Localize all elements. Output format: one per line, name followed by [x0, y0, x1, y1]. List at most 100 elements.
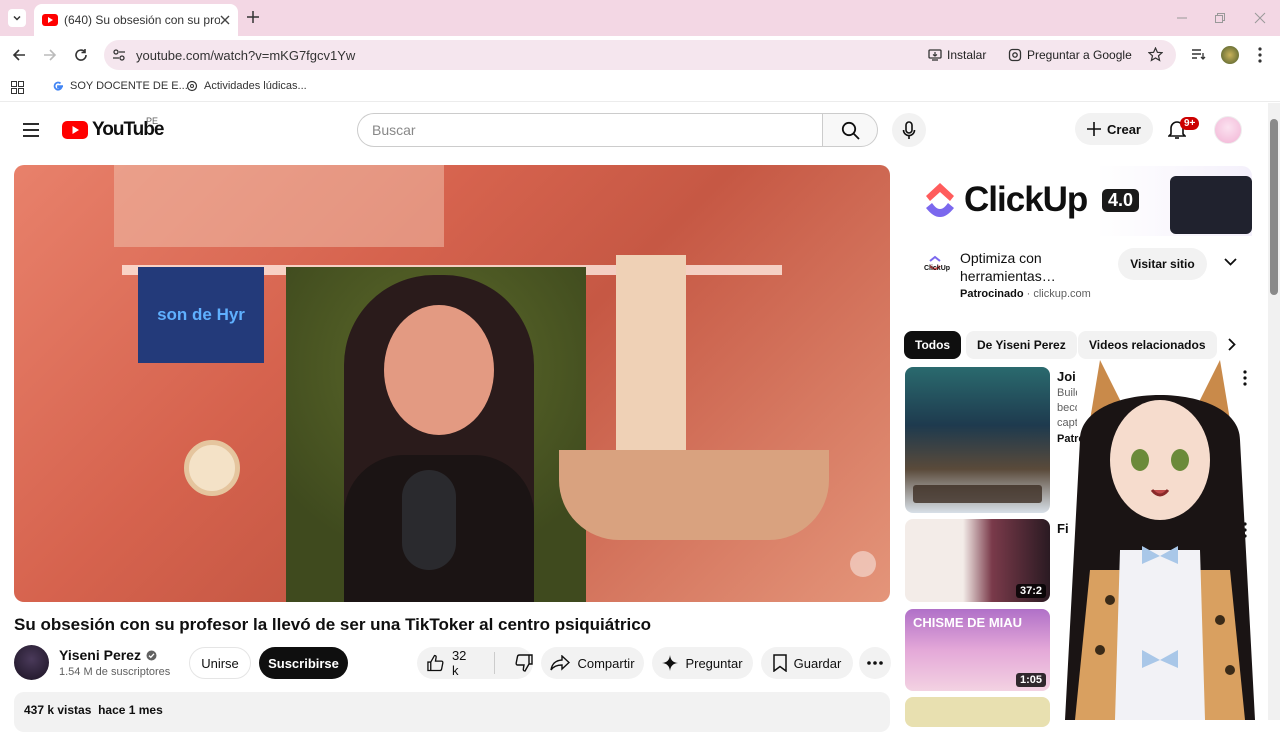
install-label: Instalar	[947, 48, 987, 62]
bookmark-star-button[interactable]	[1148, 47, 1163, 62]
close-icon	[1254, 12, 1266, 24]
guide-menu-button[interactable]	[23, 123, 39, 137]
url-text: youtube.com/watch?v=mKG7fgcv1Yw	[136, 47, 356, 63]
install-app-button[interactable]: Instalar	[928, 45, 986, 65]
related-thumbnail[interactable]: CHISME DE MIAU 1:05	[905, 609, 1050, 691]
chevron-down-icon	[13, 15, 21, 21]
description-box[interactable]: 437 k vistas hace 1 mes	[14, 692, 890, 732]
visit-site-button[interactable]: Visitar sitio	[1118, 248, 1207, 280]
openai-icon	[186, 80, 198, 92]
ad-logo-label: ClickUp	[923, 265, 951, 272]
subscriber-count: 1.54 M de suscriptores	[59, 666, 171, 678]
sponsored-label: Patrocinado	[960, 288, 1024, 300]
channel-name-link[interactable]: Yiseni Perez	[59, 647, 157, 663]
dislike-button[interactable]	[515, 654, 533, 672]
share-label: Compartir	[577, 655, 635, 671]
microphone-icon	[902, 120, 916, 139]
profile-avatar[interactable]	[1221, 46, 1239, 64]
minimize-button[interactable]	[1176, 12, 1188, 24]
related-thumbnail[interactable]	[905, 367, 1050, 513]
video-title: Su obsesión con su profesor la llevó de …	[14, 615, 652, 634]
more-actions-button[interactable]	[859, 647, 891, 679]
ask-button[interactable]: Preguntar	[652, 647, 753, 679]
subscribe-label: Suscribirse	[268, 655, 339, 671]
apps-button[interactable]	[11, 81, 24, 94]
apps-grid-icon	[11, 81, 24, 94]
create-button[interactable]: Crear	[1075, 113, 1153, 145]
vtuber-avatar-overlay	[1030, 350, 1270, 720]
thumbnail-hud	[913, 485, 1042, 503]
related-thumbnail[interactable]: 37:2	[905, 519, 1050, 602]
bookmark-icon	[772, 654, 787, 672]
subscribe-button[interactable]: Suscribirse	[259, 647, 348, 679]
plus-icon	[247, 11, 259, 23]
ad-domain: clickup.com	[1033, 288, 1091, 300]
google-icon	[53, 81, 63, 91]
address-bar[interactable]: youtube.com/watch?v=mKG7fgcv1Yw Instalar…	[104, 40, 1176, 70]
search-button[interactable]	[822, 113, 878, 147]
save-button[interactable]: Guardar	[761, 647, 853, 679]
new-tab-button[interactable]	[246, 10, 260, 24]
google-lens-icon	[1008, 48, 1022, 62]
thumbnail-text: CHISME DE MIAU	[913, 615, 1023, 630]
visit-site-label: Visitar sitio	[1130, 257, 1195, 271]
video-player[interactable]: son de Hyr	[14, 165, 890, 602]
scrollbar-thumb[interactable]	[1270, 119, 1278, 295]
search-input[interactable]: Buscar	[357, 113, 823, 147]
related-thumbnail[interactable]	[905, 697, 1050, 727]
clock-lamp	[184, 440, 240, 496]
account-avatar[interactable]	[1214, 116, 1242, 144]
youtube-favicon-icon	[42, 14, 58, 26]
create-label: Crear	[1107, 121, 1141, 137]
ad-headline: Optimiza con herramientas…	[960, 250, 1056, 284]
share-icon	[550, 655, 571, 671]
like-dislike-group: 32 k	[417, 647, 533, 679]
thumbs-up-icon	[427, 654, 444, 672]
ad-sponsor-line: Patrocinado · clickup.com	[960, 288, 1091, 300]
chip-all[interactable]: Todos	[904, 331, 962, 359]
channel-watermark[interactable]	[850, 551, 876, 577]
like-button[interactable]: 32 k	[427, 648, 475, 678]
cat-bed	[559, 450, 829, 540]
browser-menu-button[interactable]	[1258, 47, 1262, 63]
maximize-button[interactable]	[1214, 12, 1226, 24]
shelf-awards	[114, 165, 444, 247]
plus-icon	[1087, 122, 1102, 136]
tab-search-button[interactable]	[8, 9, 26, 27]
minimize-icon	[1177, 17, 1187, 19]
notification-badge: 9+	[1180, 117, 1200, 130]
thumbs-down-icon	[515, 654, 533, 672]
forward-button[interactable]	[43, 48, 57, 62]
site-info-icon[interactable]	[112, 48, 126, 62]
bookmark-item[interactable]: SOY DOCENTE DE E...	[52, 80, 188, 92]
neon-sign: son de Hyr	[138, 267, 264, 363]
browser-tab-active[interactable]: (640) Su obsesión con su profes	[34, 4, 238, 36]
ask-google-label: Preguntar a Google	[1027, 48, 1132, 62]
media-queue-icon	[1192, 49, 1206, 60]
reading-list-button[interactable]	[1191, 48, 1206, 62]
ad-banner[interactable]: ClickUp 4.0	[906, 166, 1252, 236]
channel-avatar[interactable]	[14, 645, 49, 680]
ad-expand-button[interactable]	[1224, 258, 1237, 266]
tab-title: (640) Su obsesión con su profes	[64, 13, 220, 27]
close-icon[interactable]	[220, 15, 230, 25]
share-button[interactable]: Compartir	[541, 647, 644, 679]
restore-icon	[1215, 13, 1225, 23]
reload-button[interactable]	[74, 48, 88, 62]
youtube-header: YouTube PE Buscar Crear 9+	[0, 103, 1268, 157]
bookmark-item[interactable]: Actividades lúdicas...	[186, 80, 307, 92]
ask-google-button[interactable]: Preguntar a Google	[1008, 45, 1132, 65]
close-window-button[interactable]	[1254, 12, 1266, 24]
page-scrollbar[interactable]	[1268, 103, 1280, 720]
youtube-logo-icon	[62, 121, 88, 139]
more-vertical-icon	[1258, 47, 1262, 63]
voice-search-button[interactable]	[892, 113, 926, 147]
sponsored-ad[interactable]: ClickUp 4.0 ClickUp Optimiza con herrami…	[906, 166, 1252, 316]
bookmarks-bar: SOY DOCENTE DE E... Actividades lúdicas.…	[0, 74, 1280, 102]
verified-icon	[146, 650, 157, 660]
chevron-down-icon	[1224, 258, 1237, 266]
join-button[interactable]: Unirse	[189, 647, 251, 679]
back-button[interactable]	[12, 48, 26, 62]
divider	[494, 652, 495, 674]
like-count: 32 k	[451, 648, 467, 678]
